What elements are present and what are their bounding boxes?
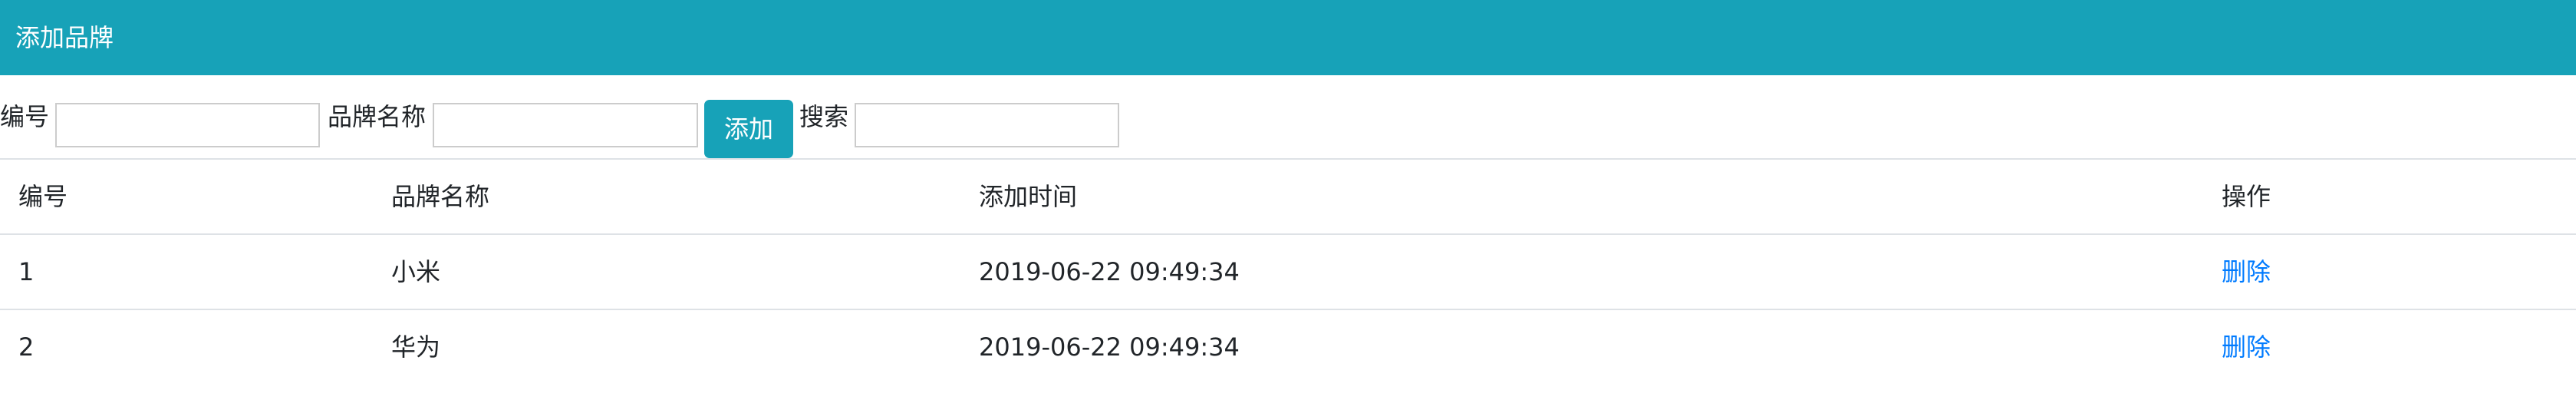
column-header-brand-name: 品牌名称 [391,182,490,211]
table-header-row: 编号 品牌名称 添加时间 操作 [0,160,2576,233]
column-header-added-time: 添加时间 [979,182,1078,211]
cell-id: 1 [18,257,35,286]
app-header: 添加品牌 [0,0,2576,75]
cell-added-time: 2019-06-22 09:49:34 [979,257,1240,286]
search-label: 搜索 [799,102,849,131]
id-input[interactable] [55,103,320,147]
page-title: 添加品牌 [15,23,114,52]
id-label: 编号 [0,102,50,131]
delete-link[interactable]: 删除 [2222,310,2271,384]
search-input[interactable] [855,103,1119,147]
delete-link[interactable]: 删除 [2222,235,2271,309]
table-row: 1 小米 2019-06-22 09:49:34 删除 [0,235,2576,309]
column-header-actions: 操作 [2222,182,2271,211]
cell-added-time: 2019-06-22 09:49:34 [979,332,1240,362]
brand-name-label: 品牌名称 [328,102,427,131]
column-header-id: 编号 [18,182,68,211]
cell-id: 2 [18,332,35,362]
add-button[interactable]: 添加 [704,100,793,158]
brand-name-input[interactable] [433,103,698,147]
table-row: 2 华为 2019-06-22 09:49:34 删除 [0,310,2576,384]
cell-brand-name: 小米 [391,257,441,286]
add-brand-form: 编号 品牌名称 添加 搜索 [0,75,2576,158]
cell-brand-name: 华为 [391,332,441,362]
